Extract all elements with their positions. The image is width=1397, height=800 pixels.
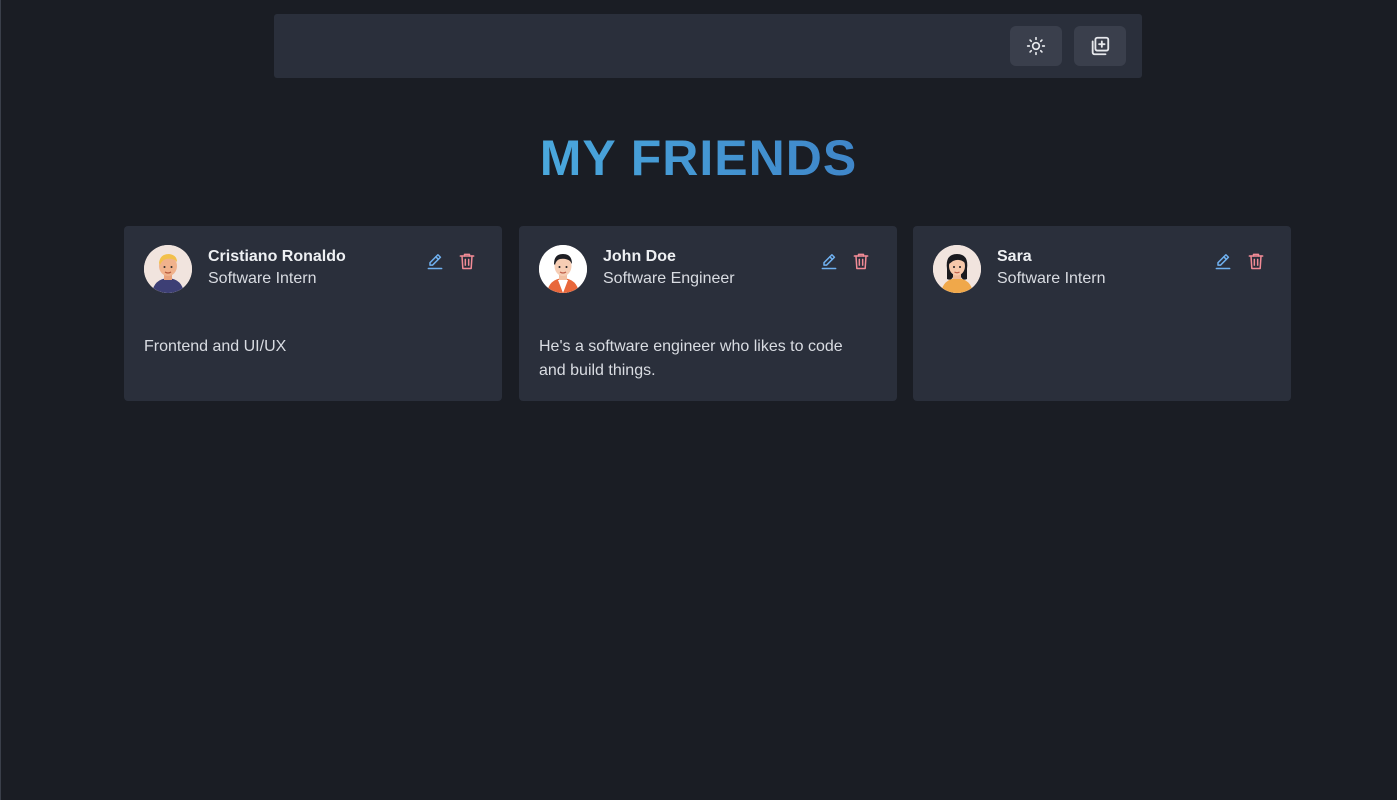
pencil-icon bbox=[821, 254, 837, 270]
page-title: MY FRIENDS bbox=[539, 130, 858, 186]
friend-name: Sara bbox=[997, 248, 1032, 265]
pencil-icon bbox=[1215, 254, 1231, 270]
friend-card: Cristiano Ronaldo Software Intern Fronte… bbox=[124, 226, 502, 401]
trash-icon bbox=[459, 253, 475, 270]
add-friend-button[interactable] bbox=[1074, 26, 1126, 66]
friend-card: John Doe Software Engineer He's a softwa… bbox=[519, 226, 897, 401]
edit-button[interactable] bbox=[425, 251, 445, 271]
friend-name: John Doe bbox=[603, 248, 676, 265]
sun-icon bbox=[1026, 36, 1046, 56]
delete-button[interactable] bbox=[457, 251, 477, 271]
delete-button[interactable] bbox=[1246, 251, 1266, 271]
top-navbar bbox=[274, 14, 1142, 78]
avatar bbox=[539, 245, 587, 293]
trash-icon bbox=[853, 253, 869, 270]
edit-button[interactable] bbox=[819, 251, 839, 271]
window-edge bbox=[0, 0, 1, 800]
friend-role: Software Engineer bbox=[603, 270, 735, 287]
theme-toggle-button[interactable] bbox=[1010, 26, 1062, 66]
avatar bbox=[144, 245, 192, 293]
avatar bbox=[933, 245, 981, 293]
trash-icon bbox=[1248, 253, 1264, 270]
add-square-icon bbox=[1091, 36, 1110, 56]
friend-card: Sara Software Intern bbox=[913, 226, 1291, 401]
pencil-icon bbox=[427, 254, 443, 270]
friend-description: He's a software engineer who likes to co… bbox=[539, 338, 843, 379]
friend-role: Software Intern bbox=[208, 270, 317, 287]
friend-role: Software Intern bbox=[997, 270, 1106, 287]
edit-button[interactable] bbox=[1213, 251, 1233, 271]
friend-name: Cristiano Ronaldo bbox=[208, 248, 346, 265]
delete-button[interactable] bbox=[851, 251, 871, 271]
friend-description: Frontend and UI/UX bbox=[144, 338, 287, 355]
